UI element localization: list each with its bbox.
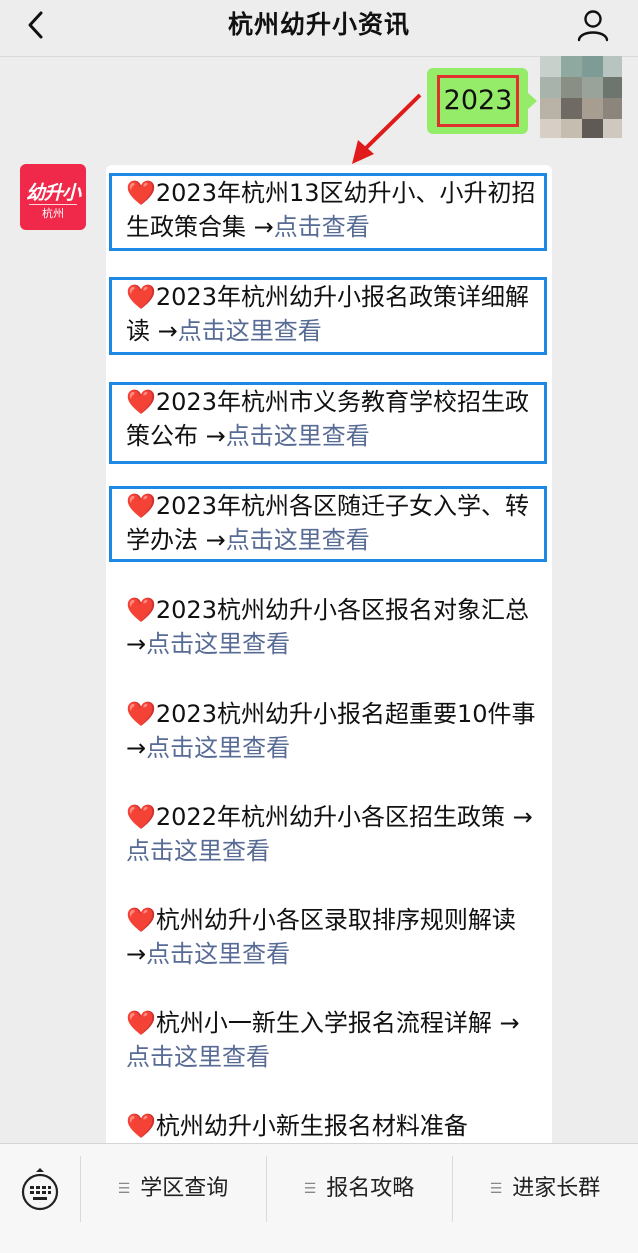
arrow-icon: → [126,734,147,762]
arrow-icon: → [126,630,147,658]
list-item[interactable]: ❤️2022年杭州幼升小各区招生政策 → 点击这里查看 [126,800,536,868]
menu-item-xuequ[interactable]: ☰ 学区查询 [80,1144,266,1234]
outgoing-message-text: 2023 [437,75,519,127]
list-item[interactable]: ❤️2023年杭州幼升小报名政策详细解读 →点击这里查看 [109,277,547,355]
item-link[interactable]: 点击查看 [274,213,370,241]
account-avatar-logo[interactable]: 幼升小 杭州 [20,164,86,230]
keyboard-icon[interactable] [20,1168,60,1212]
arrow-icon: → [499,1009,520,1037]
heart-icon: ❤️ [126,283,156,311]
item-link[interactable]: 点击这里查看 [126,1043,270,1071]
item-text: 2022年杭州幼升小各区招生政策 [155,803,505,831]
item-link[interactable]: 点击这里查看 [146,940,290,968]
item-link[interactable]: 点击这里查看 [146,734,290,762]
menu-lines-icon: ☰ [303,1181,317,1197]
arrow-icon: → [205,526,226,554]
heart-icon: ❤️ [126,388,156,416]
arrow-icon: → [253,213,274,241]
logo-main-text: 幼升小 [25,182,81,204]
user-avatar[interactable] [540,56,622,138]
bottom-menu-bar: ☰ 学区查询 ☰ 报名攻略 ☰ 进家长群 [0,1143,638,1253]
list-item[interactable]: ❤️杭州小一新生入学报名流程详解 → 点击这里查看 [126,1006,536,1074]
item-link[interactable]: 点击这里查看 [178,317,322,345]
heart-icon: ❤️ [126,492,156,520]
menu-label: 学区查询 [140,1176,229,1201]
list-item[interactable]: ❤️2023年杭州13区幼升小、小升初招生政策合集 →点击查看 [109,173,547,251]
heart-icon: ❤️ [126,1009,156,1037]
heart-icon: ❤️ [126,803,156,831]
list-item[interactable]: ❤️2023杭州幼升小报名超重要10件事 →点击这里查看 [126,697,536,765]
red-arrow-annotation [352,93,422,164]
item-link[interactable]: 点击这里查看 [226,422,370,450]
menu-lines-icon: ☰ [117,1181,131,1197]
heart-icon: ❤️ [126,700,156,728]
arrow-icon: → [157,317,178,345]
heart-icon: ❤️ [126,179,156,207]
item-text: 杭州小一新生入学报名流程详解 [155,1009,492,1037]
item-text: 2023杭州幼升小各区报名对象汇总 [155,596,529,624]
arrow-icon: → [205,422,226,450]
item-link[interactable]: 点击这里查看 [126,837,270,865]
outgoing-message-bubble[interactable]: 2023 [427,68,537,134]
user-icon[interactable] [576,8,610,42]
menu-item-jiazhangqun[interactable]: ☰ 进家长群 [452,1144,638,1234]
menu-item-baoming[interactable]: ☰ 报名攻略 [266,1144,452,1234]
menu-label: 进家长群 [512,1176,601,1201]
list-item[interactable]: ❤️杭州幼升小各区录取排序规则解读 →点击这里查看 [126,903,536,971]
heart-icon: ❤️ [126,1112,156,1140]
menu-lines-icon: ☰ [489,1181,503,1197]
list-item[interactable]: ❤️杭州幼升小新生报名材料准备 [126,1109,536,1143]
arrow-icon: → [126,940,147,968]
item-text: 杭州幼升小新生报名材料准备 [155,1112,468,1140]
heart-icon: ❤️ [126,906,156,934]
item-text: 杭州幼升小各区录取排序规则解读 [155,906,516,934]
list-item[interactable]: ❤️2023年杭州各区随迁子女入学、转学办法 →点击这里查看 [109,486,547,562]
item-link[interactable]: 点击这里查看 [226,526,370,554]
incoming-message-bubble: ❤️2023年杭州13区幼升小、小升初招生政策合集 →点击查看 ❤️2023年杭… [106,165,552,1165]
heart-icon: ❤️ [126,596,156,624]
item-text: 2023杭州幼升小报名超重要10件事 [155,700,536,728]
item-link[interactable]: 点击这里查看 [146,630,290,658]
menu-label: 报名攻略 [326,1176,415,1201]
top-nav-bar: 杭州幼升小资讯 [0,0,638,57]
list-item[interactable]: ❤️2023杭州幼升小各区报名对象汇总 →点击这里查看 [126,593,536,661]
logo-sub-text: 杭州 [42,207,64,220]
list-item[interactable]: ❤️2023年杭州市义务教育学校招生政策公布 →点击这里查看 [109,382,547,464]
arrow-icon: → [512,803,533,831]
page-title: 杭州幼升小资讯 [227,10,410,39]
